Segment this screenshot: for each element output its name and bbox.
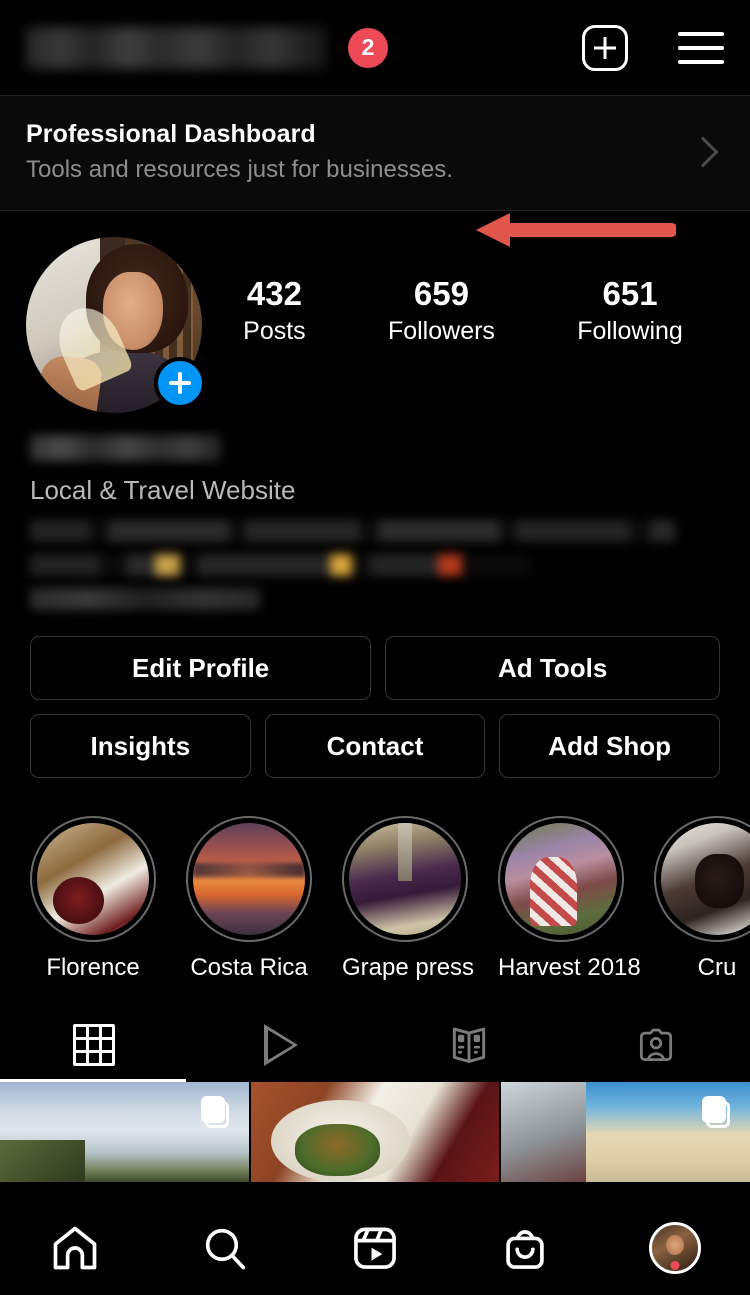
highlight-grape-press[interactable]: Grape press	[342, 816, 475, 982]
professional-dashboard-row[interactable]: Professional Dashboard Tools and resourc…	[0, 95, 750, 247]
highlight-crush-label: Cru	[697, 954, 737, 981]
grid-icon	[72, 1024, 115, 1066]
tagged-person-icon	[640, 1028, 673, 1062]
bio-link-redacted[interactable]	[30, 588, 260, 610]
bio-section: Local & Travel Website	[0, 413, 750, 610]
chevron-right-icon[interactable]	[687, 136, 719, 168]
highlight-grape-press-image	[349, 823, 461, 935]
plus-square-icon[interactable]	[582, 24, 628, 71]
play-icon	[264, 1024, 299, 1066]
profile-category: Local & Travel Website	[30, 475, 296, 505]
story-highlights: Florence Costa Rica Grape press Harvest …	[0, 792, 750, 982]
home-icon	[53, 1226, 97, 1269]
post-cell[interactable]	[0, 1082, 249, 1182]
edit-profile-button[interactable]: Edit Profile	[30, 636, 372, 700]
highlight-harvest-2018[interactable]: Harvest 2018	[498, 816, 641, 982]
carousel-icon	[702, 1096, 731, 1128]
stat-following-label: Following	[577, 316, 683, 345]
shop-bag-icon	[506, 1229, 544, 1269]
professional-dashboard-text: Professional Dashboard Tools and resourc…	[26, 120, 692, 184]
tab-reels[interactable]	[188, 1008, 376, 1082]
avatar-wrapper[interactable]	[26, 237, 206, 413]
stat-posts-label: Posts	[243, 316, 306, 345]
highlight-harvest-2018-label: Harvest 2018	[498, 954, 641, 981]
nav-reels[interactable]	[300, 1222, 450, 1274]
stat-followers-value: 659	[413, 275, 469, 312]
contact-button[interactable]: Contact	[264, 714, 486, 778]
nav-profile[interactable]	[600, 1221, 750, 1274]
ad-tools-button[interactable]: Ad Tools	[385, 636, 720, 700]
highlight-grape-press-label: Grape press	[342, 954, 475, 981]
bio-text-redacted-line-2	[30, 554, 530, 576]
carousel-icon	[200, 1096, 229, 1128]
highlight-florence-label: Florence	[46, 954, 140, 981]
professional-dashboard-title: Professional Dashboard	[26, 120, 316, 148]
post-cell[interactable]	[501, 1082, 750, 1182]
display-name-redacted	[30, 435, 222, 461]
bio-text-redacted-line-1	[30, 520, 675, 542]
nav-shop[interactable]	[450, 1222, 600, 1274]
profile-tabs	[0, 1008, 750, 1082]
highlight-crush[interactable]: Cru	[654, 816, 750, 982]
top-bar-actions	[582, 24, 724, 71]
action-buttons: Edit Profile Ad Tools Insights Contact A…	[0, 610, 750, 778]
notification-badge[interactable]: 2	[348, 27, 388, 68]
highlight-florence-image	[37, 823, 149, 935]
tab-grid[interactable]	[0, 1008, 188, 1082]
stat-following-value: 651	[602, 275, 658, 312]
tab-guides[interactable]	[375, 1008, 563, 1082]
insights-button[interactable]: Insights	[30, 714, 251, 778]
top-bar: 2	[0, 0, 750, 95]
highlight-costa-rica-image	[193, 823, 305, 935]
stat-followers[interactable]: 659 Followers	[388, 275, 495, 346]
instagram-profile-screen: 2 Professional Dashboard Tools and resou…	[0, 0, 750, 1295]
stat-following[interactable]: 651 Following	[577, 275, 683, 346]
username-redacted[interactable]	[26, 26, 326, 69]
tab-tagged[interactable]	[563, 1008, 750, 1082]
nav-search[interactable]	[150, 1222, 300, 1274]
bottom-navigation	[0, 1200, 750, 1295]
post-grid	[0, 1082, 750, 1182]
add-shop-button[interactable]: Add Shop	[499, 714, 721, 778]
hamburger-menu-icon[interactable]	[678, 31, 724, 64]
highlight-costa-rica-label: Costa Rica	[190, 954, 308, 981]
search-icon	[205, 1228, 246, 1269]
action-buttons-row-1: Edit Profile Ad Tools	[30, 636, 720, 700]
nav-active-dot	[670, 1260, 680, 1270]
profile-stats: 432 Posts 659 Followers 651 Following	[202, 237, 724, 346]
stat-posts-value: 432	[246, 275, 302, 312]
nav-home[interactable]	[0, 1222, 150, 1274]
plus-badge-icon[interactable]	[154, 357, 206, 409]
action-buttons-row-2: Insights Contact Add Shop	[30, 714, 721, 778]
stat-followers-label: Followers	[387, 316, 495, 345]
highlight-costa-rica[interactable]: Costa Rica	[186, 816, 312, 982]
stat-posts[interactable]: 432 Posts	[243, 275, 306, 346]
highlight-harvest-2018-image	[505, 823, 617, 935]
highlight-crush-image	[661, 823, 750, 935]
highlight-florence[interactable]: Florence	[30, 816, 156, 982]
profile-header: 432 Posts 659 Followers 651 Following	[0, 211, 750, 413]
professional-dashboard-subtitle: Tools and resources just for businesses.	[26, 156, 453, 183]
post-cell[interactable]	[250, 1082, 500, 1182]
guides-book-icon	[452, 1027, 485, 1063]
reels-icon	[354, 1227, 396, 1269]
